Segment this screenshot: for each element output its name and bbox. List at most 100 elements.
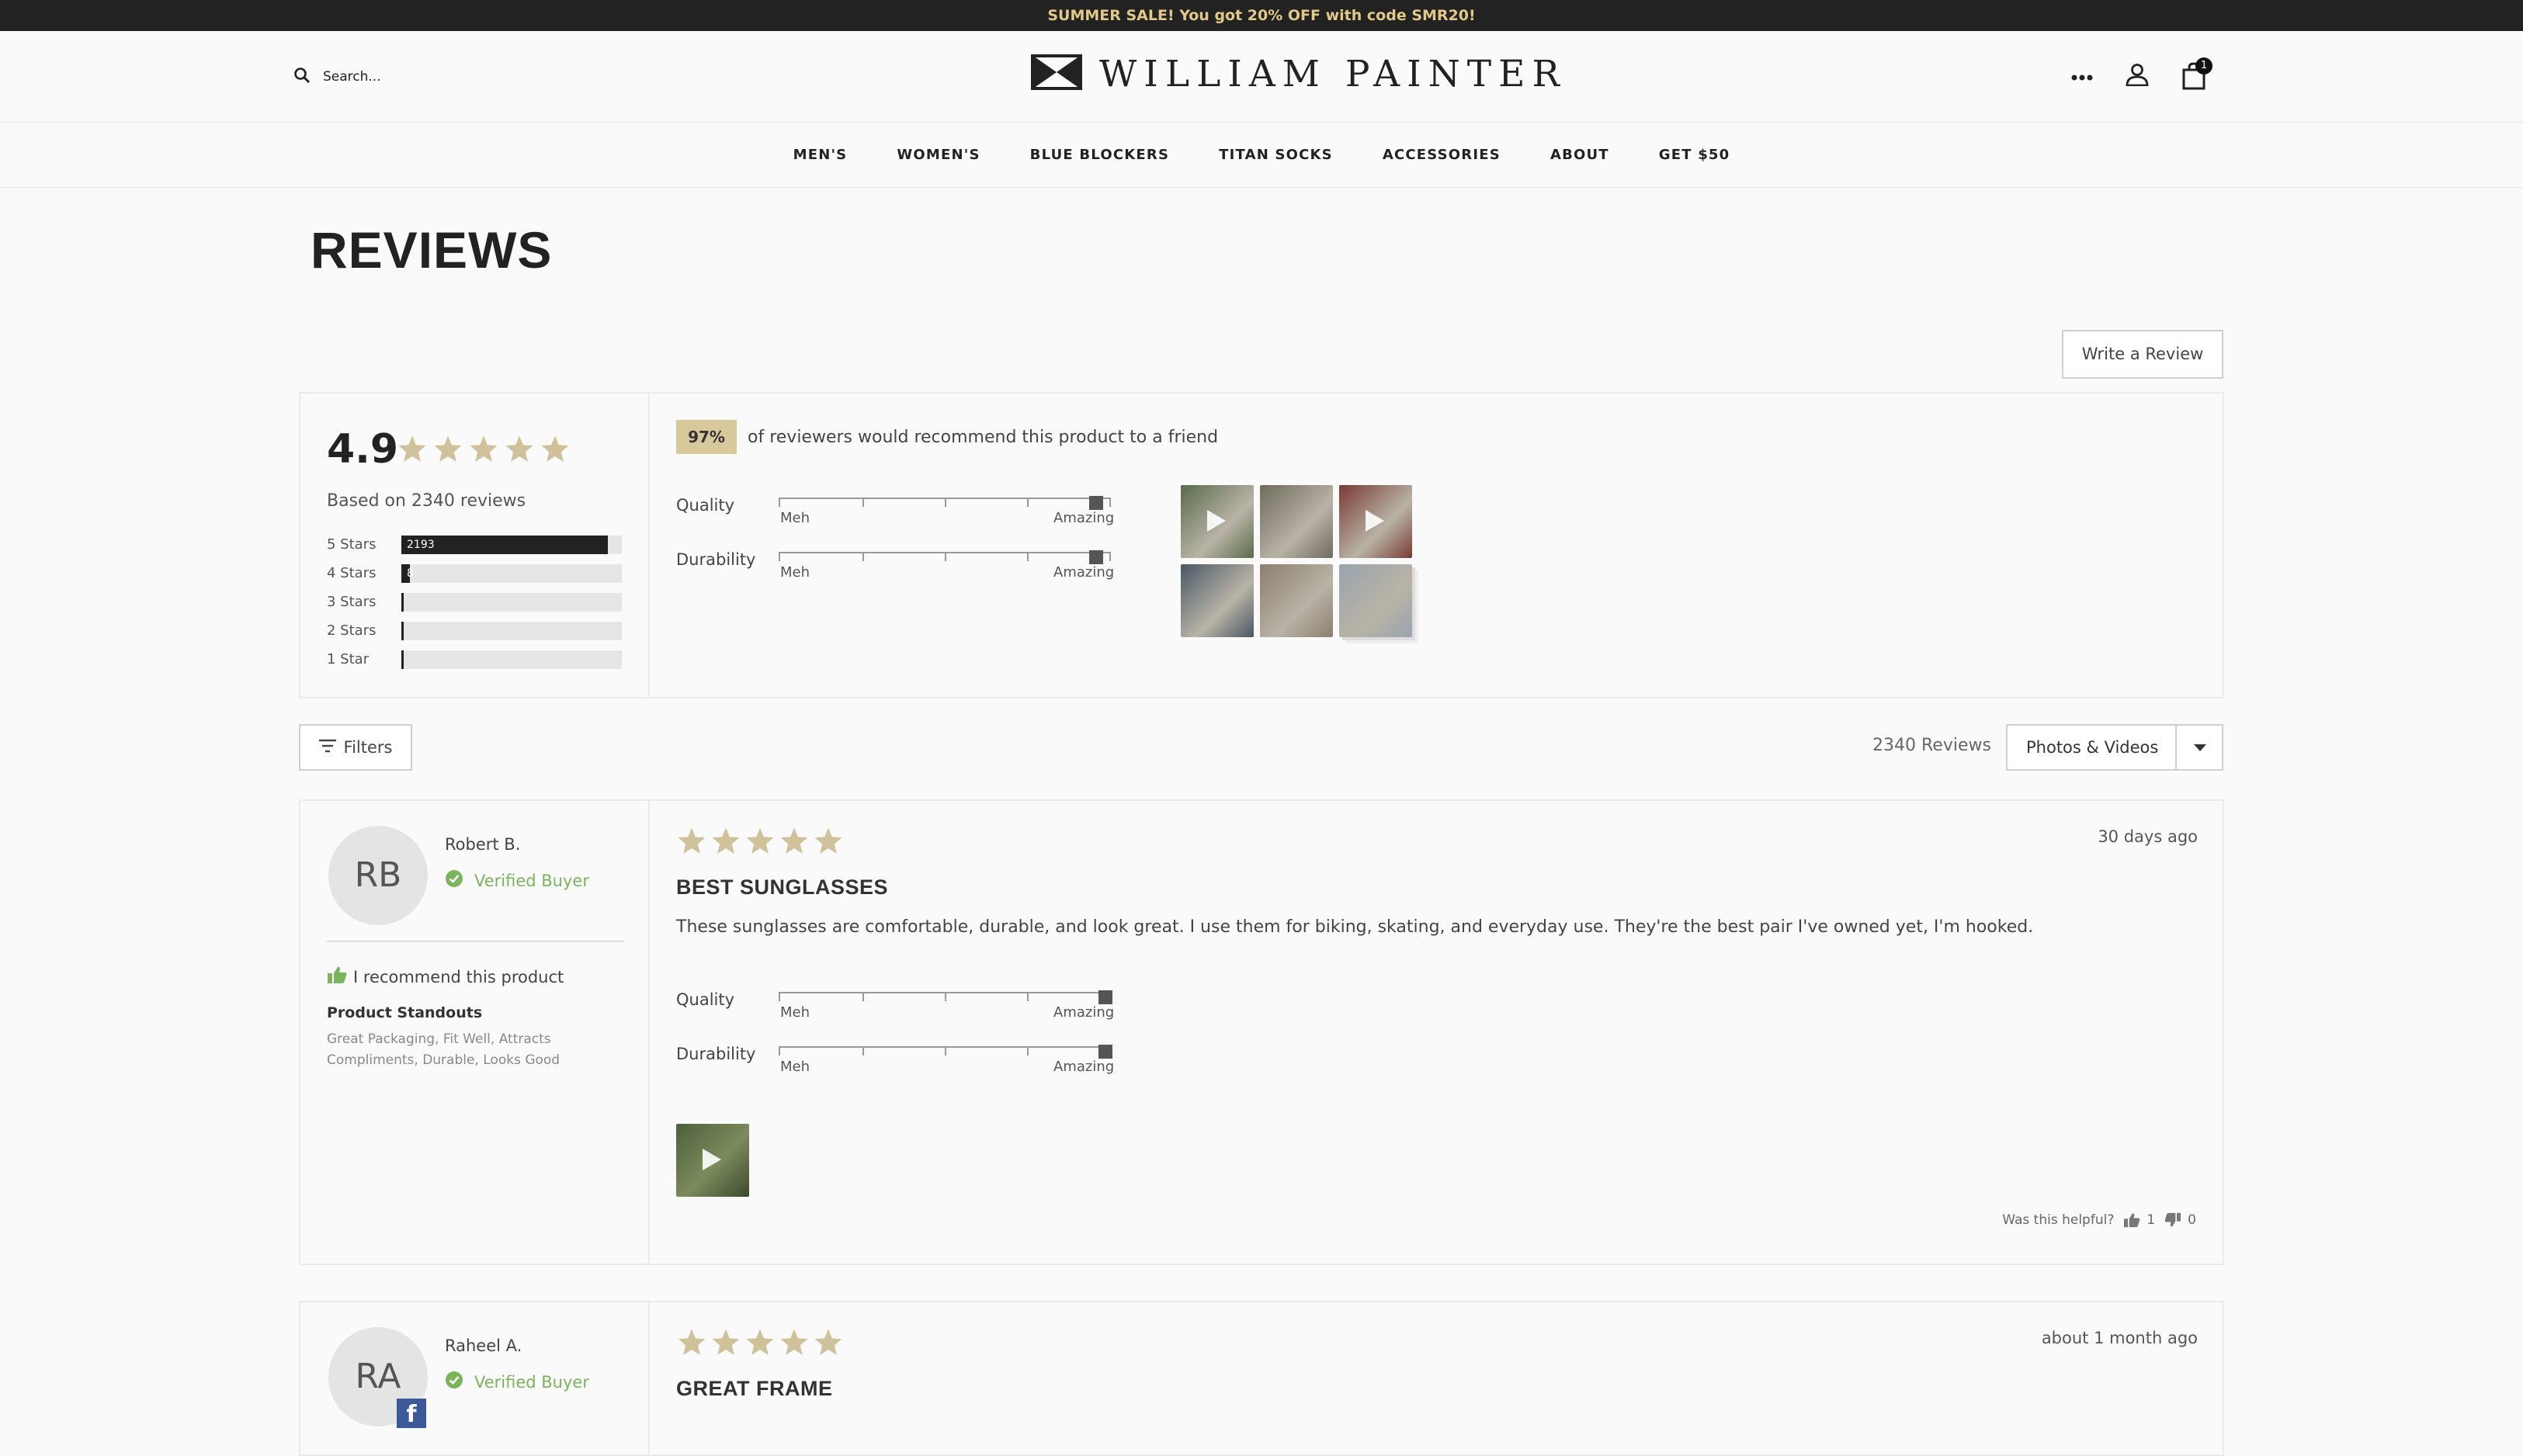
slider-low-label: Meh: [780, 1059, 810, 1075]
star-icon: [434, 435, 462, 462]
account-icon[interactable]: [2126, 63, 2149, 89]
verified-check-icon: [445, 869, 463, 892]
media-photo-thumb[interactable]: [1260, 564, 1333, 637]
filters-button[interactable]: Filters: [299, 724, 412, 771]
slider-tick: [945, 993, 946, 1001]
nav-item-womens[interactable]: WOMEN'S: [897, 147, 980, 163]
review-title: GREAT FRAME: [676, 1377, 833, 1400]
divider: [327, 941, 623, 942]
slider-knob: [1088, 496, 1103, 510]
more-icon[interactable]: [2071, 69, 2093, 84]
review-card: RA f Raheel A. Verified Buyer about 1 mo…: [299, 1301, 2224, 1456]
rating-overview: 4.9 Based on 2340 reviews 5 Stars 2193 4 S…: [300, 393, 650, 697]
slider-tick: [1027, 553, 1029, 561]
distribution-bar: [401, 650, 622, 669]
cart-button[interactable]: 1: [2181, 57, 2212, 90]
vote-up-button[interactable]: 1: [2123, 1212, 2155, 1228]
star-icon: [505, 435, 533, 462]
site-header: Search... WILLIAM PAINTER 1: [0, 31, 2523, 123]
nav-item-about[interactable]: ABOUT: [1550, 147, 1609, 163]
reviews-count: 2340 Reviews: [1872, 736, 1991, 755]
review-sliders: Quality Meh Amazing Durability Meh Amazing: [676, 990, 1142, 1099]
distribution-row[interactable]: 2 Stars: [327, 616, 622, 645]
announcement-text: SUMMER SALE! You got 20% OFF with code S…: [1047, 7, 1476, 24]
search-field[interactable]: Search...: [293, 65, 381, 88]
write-review-button[interactable]: Write a Review: [2062, 330, 2223, 379]
star-icon: [470, 435, 498, 462]
distribution-row[interactable]: 5 Stars 2193: [327, 530, 622, 559]
nav-item-blue-blockers[interactable]: BLUE BLOCKERS: [1030, 147, 1169, 163]
helpful-label: Was this helpful?: [2002, 1212, 2115, 1228]
reviewer-name: Raheel A.: [445, 1336, 522, 1355]
verified-badge: Verified Buyer: [445, 869, 589, 892]
nav-item-mens[interactable]: MEN'S: [793, 147, 848, 163]
page-title: REVIEWS: [311, 221, 553, 279]
bowtie-logo-icon: [1031, 54, 1082, 93]
slider-tick: [945, 553, 946, 561]
verified-label: Verified Buyer: [474, 1372, 589, 1392]
slider-low-label: Meh: [780, 510, 810, 526]
average-rating: 4.9: [327, 426, 399, 473]
distribution-row[interactable]: 4 Stars 8: [327, 559, 622, 588]
review-card: RB Robert B. Verified Buyer I recommend …: [299, 799, 2224, 1265]
verified-badge: Verified Buyer: [445, 1371, 589, 1393]
slider-label: Durability: [676, 550, 756, 569]
vote-down-count: 0: [2188, 1212, 2196, 1228]
thumbs-up-icon: [327, 965, 347, 988]
distribution-bar: [401, 621, 622, 640]
slider-track: [779, 990, 1112, 1004]
slider-tick: [862, 993, 864, 1001]
slider-knob: [1098, 1045, 1112, 1059]
slider-high-label: Amazing: [1053, 564, 1115, 581]
nav-item-get-50[interactable]: GET $50: [1659, 147, 1730, 163]
thumbs-up-icon: [2124, 1213, 2140, 1228]
slider-low-label: Meh: [780, 1004, 810, 1021]
media-photo-thumb[interactable]: [1181, 564, 1254, 637]
sort-select[interactable]: Photos & Videos: [2006, 724, 2223, 771]
media-gallery: [1181, 485, 1412, 637]
vote-down-button[interactable]: 0: [2164, 1212, 2196, 1228]
media-video-thumb[interactable]: [1181, 485, 1254, 558]
sort-selected-value: Photos & Videos: [2026, 738, 2159, 757]
reviewer-info: RA f Raheel A. Verified Buyer: [300, 1302, 650, 1454]
review-title: BEST SUNGLASSES: [676, 875, 889, 899]
nav-item-titan-socks[interactable]: TITAN SOCKS: [1219, 147, 1333, 163]
slider-high-label: Amazing: [1053, 510, 1115, 526]
filter-icon: [318, 738, 336, 757]
filters-label: Filters: [343, 738, 393, 757]
avatar: RB: [328, 826, 428, 925]
search-icon[interactable]: [293, 67, 311, 88]
play-icon: [703, 1149, 721, 1170]
distribution-count: 8: [407, 567, 414, 580]
brand-logo[interactable]: WILLIAM PAINTER: [1031, 53, 1567, 95]
star-icon: [746, 1329, 774, 1355]
media-video-thumb[interactable]: [1339, 485, 1412, 558]
distribution-row[interactable]: 1 Star: [327, 645, 622, 674]
nav-item-accessories[interactable]: ACCESSORIES: [1383, 147, 1501, 163]
slider-tick: [1027, 499, 1029, 507]
media-photo-thumb[interactable]: [1260, 485, 1333, 558]
distribution-count: 2193: [407, 538, 435, 551]
distribution-label: 5 Stars: [327, 536, 377, 553]
slider-tick: [862, 499, 864, 507]
search-placeholder[interactable]: Search...: [323, 69, 381, 85]
standouts-list: Great Packaging, Fit Well, Attracts Comp…: [327, 1031, 560, 1068]
distribution-row[interactable]: 3 Stars: [327, 588, 622, 616]
summary-sliders: Quality Meh Amazing Durability Meh Amazing: [676, 496, 1142, 605]
chevron-down-icon[interactable]: [2194, 744, 2206, 751]
review-video-thumb[interactable]: [676, 1124, 749, 1197]
star-icon: [678, 1329, 706, 1355]
star-icon: [780, 827, 808, 854]
media-photo-thumb[interactable]: [1339, 564, 1412, 637]
distribution-bar: [401, 592, 622, 612]
star-icon: [712, 1329, 740, 1355]
sort-divider: [2175, 726, 2177, 769]
brand-name: WILLIAM PAINTER: [1099, 52, 1567, 95]
review-summary: 4.9 Based on 2340 reviews 5 Stars 2193 4 S…: [299, 392, 2224, 699]
distribution-label: 4 Stars: [327, 565, 377, 581]
reviewer-info: RB Robert B. Verified Buyer I recommend …: [300, 801, 650, 1264]
review-stars: [676, 826, 844, 857]
star-icon: [814, 827, 842, 854]
slider-track: [779, 496, 1111, 510]
slider-high-label: Amazing: [1053, 1059, 1115, 1075]
